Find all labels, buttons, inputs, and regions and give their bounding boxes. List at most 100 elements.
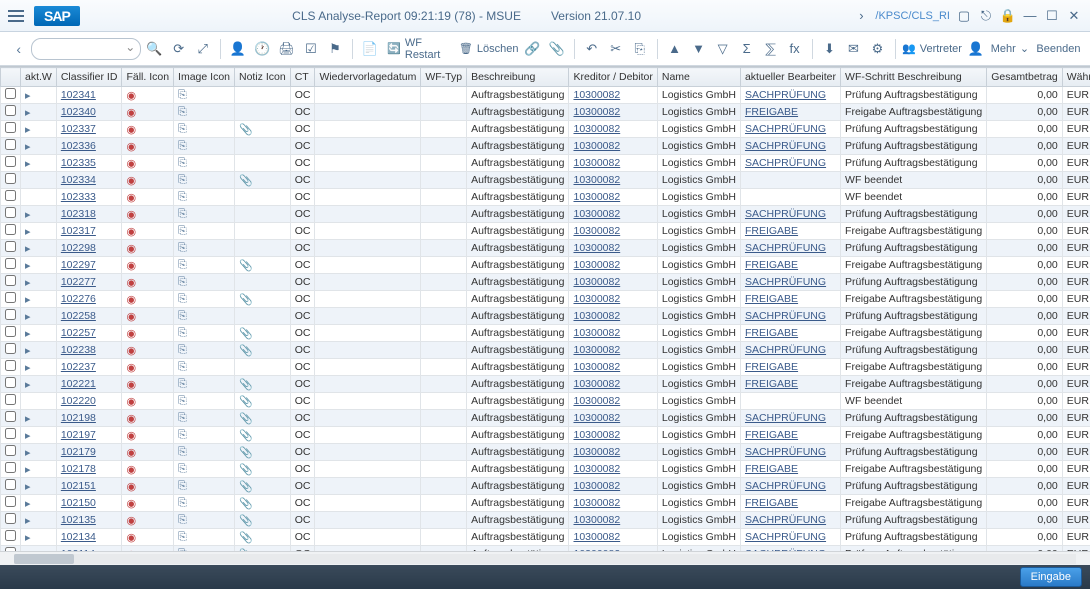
bearbeiter-link[interactable]: SACHPRÜFUNG [745,276,826,288]
classifier-id-link[interactable]: 102317 [61,225,96,237]
new-window-icon[interactable]: ▢ [956,8,972,24]
bearbeiter-link[interactable]: SACHPRÜFUNG [745,480,826,492]
vertreter-button[interactable]: 👥 Vertreter [901,38,962,60]
kreditor-link[interactable]: 10300082 [573,140,620,152]
kreditor-link[interactable]: 10300082 [573,344,620,356]
classifier-id-link[interactable]: 102179 [61,446,96,458]
classifier-id-link[interactable]: 102151 [61,480,96,492]
table-row[interactable]: ▸102150◉⎘📎OCAuftragsbestätigung10300082L… [1,495,1090,512]
refresh-icon[interactable]: ⟳ [168,38,190,60]
classifier-id-link[interactable]: 102334 [61,174,96,186]
classifier-id-link[interactable]: 102238 [61,344,96,356]
column-header[interactable]: Wiedervorlagedatum [315,68,421,87]
bearbeiter-link[interactable]: SACHPRÜFUNG [745,123,826,135]
clip-icon[interactable]: 📎 [239,294,253,306]
image-icon[interactable]: ⎘ [178,531,187,543]
classifier-id-link[interactable]: 102178 [61,463,96,475]
exit-icon[interactable]: ⎋ [978,8,994,24]
row-checkbox[interactable] [5,122,16,133]
maximize-icon[interactable]: ☐ [1044,8,1060,24]
expand-icon[interactable]: ▸ [25,481,31,493]
table-row[interactable]: ▸102276◉⎘📎OCAuftragsbestätigung10300082L… [1,291,1090,308]
expand-icon[interactable]: ▸ [25,447,31,459]
expand-icon[interactable]: ▸ [25,311,31,323]
clip-icon[interactable]: 📎 [239,124,253,136]
bearbeiter-link[interactable]: FREIGABE [745,429,798,441]
filter-icon[interactable]: ▽ [712,38,734,60]
expand-icon[interactable]: ▸ [25,464,31,476]
chevron-right-icon[interactable]: › [853,8,869,24]
copy-icon[interactable]: ⎘ [629,38,651,60]
classifier-id-link[interactable]: 102258 [61,310,96,322]
classifier-id-link[interactable]: 102341 [61,89,96,101]
table-row[interactable]: ▸102198◉⎘📎OCAuftragsbestätigung10300082L… [1,410,1090,427]
image-icon[interactable]: ⎘ [178,327,187,339]
row-checkbox[interactable] [5,343,16,354]
clip-icon[interactable]: 📎 [239,447,253,459]
table-row[interactable]: ▸102318◉⎘OCAuftragsbestätigung10300082Lo… [1,206,1090,223]
cut-icon[interactable]: ✂ [605,38,627,60]
bearbeiter-link[interactable]: SACHPRÜFUNG [745,310,826,322]
image-icon[interactable]: ⎘ [178,89,187,101]
column-header[interactable]: Classifier ID [56,68,122,87]
row-checkbox[interactable] [5,156,16,167]
classifier-id-link[interactable]: 102150 [61,497,96,509]
sum-icon[interactable]: Σ [736,38,758,60]
mail-icon[interactable]: ✉ [843,38,865,60]
expand-icon[interactable]: ▸ [25,260,31,272]
classifier-id-link[interactable]: 102298 [61,242,96,254]
classifier-id-link[interactable]: 102318 [61,208,96,220]
row-checkbox[interactable] [5,309,16,320]
image-icon[interactable]: ⎘ [178,123,187,135]
row-checkbox[interactable] [5,411,16,422]
column-header[interactable]: aktueller Bearbeiter [740,68,840,87]
image-icon[interactable]: ⎘ [178,140,187,152]
row-checkbox[interactable] [5,105,16,116]
wf-restart-button[interactable]: 🔄 WF Restart [383,38,456,60]
clip-icon[interactable]: 📎 [239,464,253,476]
image-icon[interactable]: ⎘ [178,412,187,424]
table-row[interactable]: ▸102237◉⎘OCAuftragsbestätigung10300082Lo… [1,359,1090,376]
row-checkbox[interactable] [5,326,16,337]
column-header[interactable]: akt.W [21,68,57,87]
row-checkbox[interactable] [5,88,16,99]
column-header[interactable]: Notiz Icon [235,68,291,87]
row-checkbox[interactable] [5,513,16,524]
table-row[interactable]: ▸102337◉⎘📎OCAuftragsbestätigung10300082L… [1,121,1090,138]
row-checkbox[interactable] [5,479,16,490]
column-header[interactable]: Beschreibung [467,68,569,87]
table-container[interactable]: akt.WClassifier IDFäll. IconImage IconNo… [0,66,1090,551]
classifier-id-link[interactable]: 102198 [61,412,96,424]
row-checkbox[interactable] [5,462,16,473]
expand-icon[interactable]: ▸ [25,124,31,136]
image-icon[interactable]: ⎘ [178,344,187,356]
bearbeiter-link[interactable]: SACHPRÜFUNG [745,514,826,526]
eingabe-button[interactable]: Eingabe [1020,567,1082,587]
column-header[interactable]: Fäll. Icon [122,68,174,87]
column-header[interactable]: WF-Schritt Beschreibung [841,68,987,87]
table-row[interactable]: ▸102197◉⎘📎OCAuftragsbestätigung10300082L… [1,427,1090,444]
delete-button[interactable]: 🗑 Löschen [458,38,519,60]
row-checkbox[interactable] [5,258,16,269]
sort-asc-icon[interactable]: ▲ [664,38,686,60]
classifier-id-link[interactable]: 102340 [61,106,96,118]
classifier-id-link[interactable]: 102220 [61,395,96,407]
attach-icon[interactable]: 📎 [545,38,567,60]
row-checkbox[interactable] [5,360,16,371]
table-row[interactable]: ▸102317◉⎘OCAuftragsbestätigung10300082Lo… [1,223,1090,240]
expand-icon[interactable]: ▸ [25,107,31,119]
kreditor-link[interactable]: 10300082 [573,106,620,118]
table-row[interactable]: ▸102335◉⎘OCAuftragsbestätigung10300082Lo… [1,155,1090,172]
row-checkbox[interactable] [5,275,16,286]
clip-icon[interactable]: 📎 [239,481,253,493]
clip-icon[interactable]: 📎 [239,379,253,391]
row-checkbox[interactable] [5,207,16,218]
row-checkbox[interactable] [5,445,16,456]
kreditor-link[interactable]: 10300082 [573,259,620,271]
image-icon[interactable]: ⎘ [178,378,187,390]
expand-icon[interactable]: ▸ [25,532,31,544]
image-icon[interactable]: ⎘ [178,310,187,322]
search-icon[interactable]: 🔍 [143,38,165,60]
column-header[interactable]: Name [657,68,740,87]
column-header[interactable]: Image Icon [174,68,235,87]
